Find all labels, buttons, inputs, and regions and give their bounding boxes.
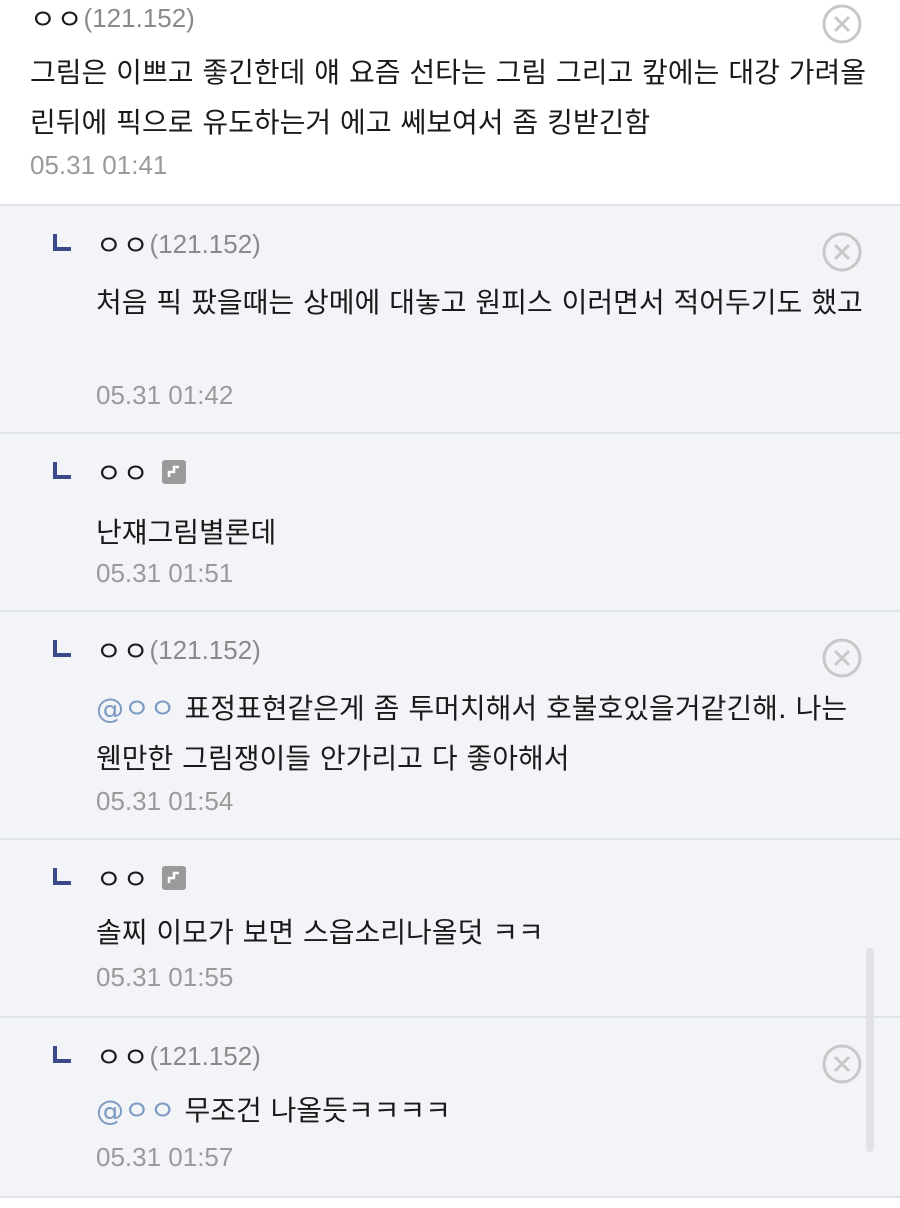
comment-date: 05.31 01:57	[96, 1142, 234, 1172]
delete-comment-button[interactable]	[822, 1044, 862, 1084]
comment-ip: (121.152)	[83, 2, 195, 33]
comment-date: 05.31 01:41	[30, 150, 168, 180]
reply-item: ㅇㅇ 난쟤그림별론데 05.31 01:51	[0, 434, 900, 612]
delete-comment-button[interactable]	[822, 638, 862, 678]
comment-text: @ㅇㅇ 무조건 나올듯ㅋㅋㅋㅋ	[96, 1086, 866, 1136]
scrollbar[interactable]	[866, 948, 874, 1152]
comment-ip: (121.152)	[149, 228, 261, 259]
reply-arrow-icon	[53, 868, 71, 885]
comment-nickname[interactable]: ㅇㅇ	[96, 224, 150, 264]
fixed-nick-icon	[161, 460, 186, 484]
comment-date: 05.31 01:42	[96, 380, 234, 410]
reply-item: ㅇㅇ (121.152) 처음 픽 팠을때는 상메에 대놓고 원피스 이러면서 …	[0, 206, 900, 434]
delete-comment-button[interactable]	[822, 4, 862, 44]
comment-date: 05.31 01:55	[96, 962, 234, 992]
reply-item: ㅇㅇ 솔찌 이모가 보면 스읍소리나올덧 ㅋㅋ 05.31 01:55	[0, 840, 900, 1018]
reply-arrow-icon	[53, 1046, 71, 1063]
reply-arrow-icon	[53, 462, 71, 479]
comment-ip: (121.152)	[149, 1040, 261, 1071]
comment-ip: (121.152)	[149, 634, 261, 665]
comment-nickname[interactable]: ㅇㅇ	[96, 630, 150, 670]
comment-text: 처음 픽 팠을때는 상메에 대놓고 원피스 이러면서 적어두기도 했고	[96, 286, 863, 319]
comment-nickname[interactable]: ㅇㅇ	[96, 452, 150, 492]
comment-nickname[interactable]: ㅇㅇ	[96, 1036, 150, 1076]
close-circle-icon	[822, 232, 862, 272]
comment-text: 솔찌 이모가 보면 스읍소리나올덧 ㅋㅋ	[96, 916, 544, 949]
comment-header: ㅇㅇ	[96, 452, 186, 492]
close-circle-icon	[822, 1044, 862, 1084]
comment-text: @ㅇㅇ 표정표현같은게 좀 투머치해서 호불호있을거같긴해. 나는 웬만한 그림…	[96, 684, 866, 784]
mention-link[interactable]: @ㅇㅇ	[96, 692, 176, 725]
comment-text: 난쟤그림별론데	[96, 516, 277, 549]
close-circle-icon	[822, 4, 862, 44]
comment-text-content: 무조건 나올듯ㅋㅋㅋㅋ	[184, 1094, 451, 1127]
comment-header: ㅇㅇ (121.152)	[96, 1036, 261, 1076]
comment-nickname[interactable]: ㅇㅇ	[30, 0, 84, 38]
reply-arrow-icon	[53, 640, 71, 657]
comment-item: ㅇㅇ (121.152) 그림은 이쁘고 좋긴한데 얘 요즘 선타는 그림 그리…	[0, 0, 900, 206]
reply-arrow-icon	[53, 234, 71, 251]
comment-header: ㅇㅇ (121.152)	[96, 630, 261, 670]
comment-date: 05.31 01:54	[96, 786, 234, 816]
comment-header: ㅇㅇ (121.152)	[30, 0, 195, 38]
fixed-nick-icon	[161, 866, 186, 890]
comment-header: ㅇㅇ	[96, 858, 186, 898]
comment-header: ㅇㅇ (121.152)	[96, 224, 261, 264]
reply-item: ㅇㅇ (121.152) @ㅇㅇ 무조건 나올듯ㅋㅋㅋㅋ 05.31 01:57	[0, 1018, 900, 1198]
comment-date: 05.31 01:51	[96, 558, 234, 588]
comment-nickname[interactable]: ㅇㅇ	[96, 858, 150, 898]
reply-item: ㅇㅇ (121.152) @ㅇㅇ 표정표현같은게 좀 투머치해서 호불호있을거같…	[0, 612, 900, 840]
comment-text-content: 표정표현같은게 좀 투머치해서 호불호있을거같긴해. 나는 웬만한 그림쟁이들 …	[96, 692, 848, 775]
comment-text: 그림은 이쁘고 좋긴한데 얘 요즘 선타는 그림 그리고 캎에는 대강 가려올린…	[30, 56, 867, 139]
delete-comment-button[interactable]	[822, 232, 862, 272]
close-circle-icon	[822, 638, 862, 678]
mention-link[interactable]: @ㅇㅇ	[96, 1094, 176, 1127]
